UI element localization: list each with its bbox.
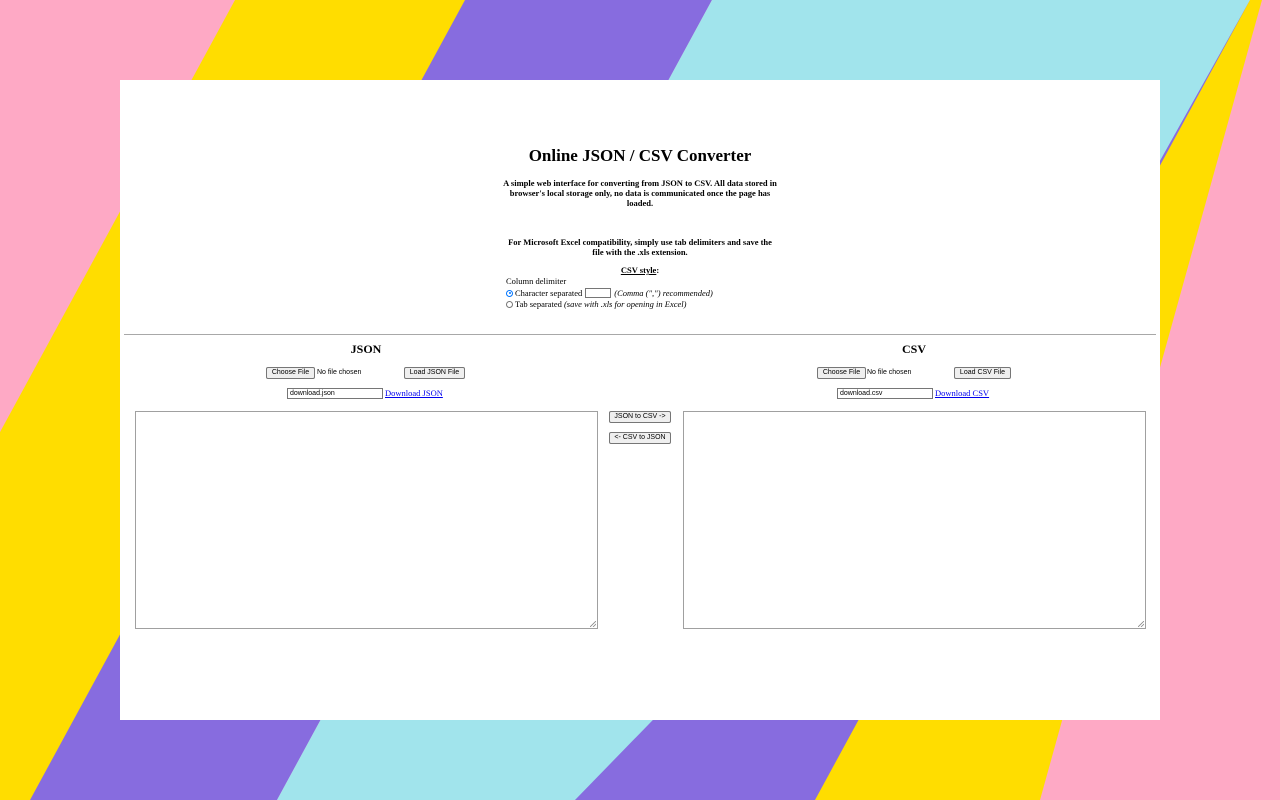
download-json-link[interactable]: Download JSON [385,388,443,399]
tab-separated-option[interactable]: Tab separated (save with .xls for openin… [506,299,713,311]
delimiter-character-input[interactable] [585,288,612,299]
page-description: A simple web interface for converting fr… [503,178,777,208]
json-no-file-text: No file chosen [317,369,362,376]
csv-choose-file-button[interactable]: Choose File [817,367,866,379]
json-textarea[interactable] [135,411,598,629]
csv-no-file-text: No file chosen [867,369,912,376]
character-separated-option[interactable]: Character separated (Comma (",") recomme… [506,288,713,300]
load-json-file-button[interactable]: Load JSON File [404,367,465,379]
character-separated-radio[interactable] [506,289,513,297]
json-choose-file-button[interactable]: Choose File [266,367,315,379]
download-csv-link[interactable]: Download CSV [935,388,989,399]
tab-hint: (save with .xls for opening in Excel) [563,299,687,309]
csv-style-heading: CSV style: [620,265,660,275]
section-divider [124,334,1156,335]
csv-to-json-button[interactable]: <- CSV to JSON [609,432,671,444]
column-delimiter-label: Column delimiter [506,276,567,286]
page-title: Online JSON / CSV Converter [528,146,752,165]
converter-page: Online JSON / CSV Converter A simple web… [120,80,1160,720]
csv-filename-input[interactable]: download.csv [837,388,933,399]
csv-panel-title: CSV [901,342,926,356]
character-hint: (Comma (",") recommended) [614,287,713,298]
tab-separated-radio[interactable] [506,301,513,309]
csv-textarea[interactable] [683,411,1146,629]
json-panel-title: JSON [350,342,382,356]
load-csv-file-button[interactable]: Load CSV File [954,367,1011,379]
resize-grip-icon[interactable] [1138,621,1144,627]
resize-grip-icon[interactable] [590,621,596,627]
delimiter-options: Column delimiter Character separated (Co… [506,276,713,311]
excel-note: For Microsoft Excel compatibility, simpl… [508,237,772,257]
json-to-csv-button[interactable]: JSON to CSV -> [609,411,671,423]
json-filename-input[interactable]: download.json [287,388,383,399]
